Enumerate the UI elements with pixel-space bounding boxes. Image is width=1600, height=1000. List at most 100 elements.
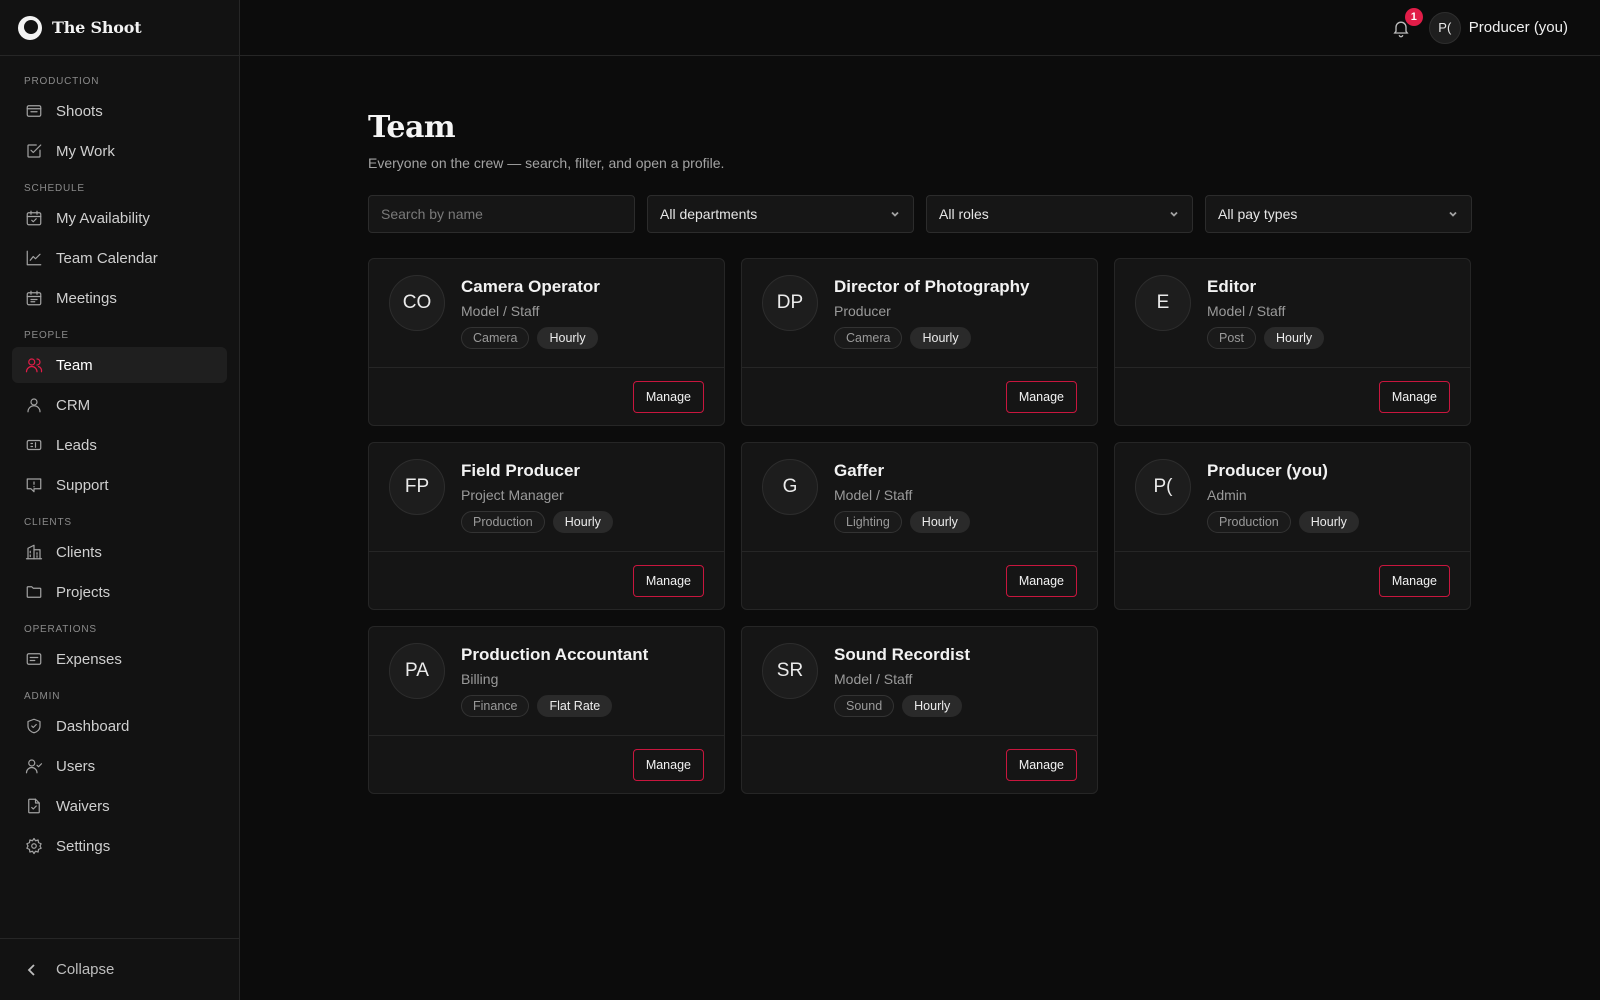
manage-button[interactable]: Manage <box>1005 749 1077 781</box>
member-name: Director of Photography <box>834 277 1030 296</box>
pay-type-tag: Hourly <box>537 327 598 349</box>
pay-type-tag: Hourly <box>1298 511 1359 533</box>
member-name: Producer (you) <box>1207 461 1328 480</box>
member-card[interactable]: CO Camera Operator Model / Staff Camera … <box>368 258 725 426</box>
sidebar-item-crm[interactable]: CRM <box>12 387 227 423</box>
member-card[interactable]: DP Director of Photography Producer Came… <box>741 258 1098 426</box>
page-title: Team <box>368 110 456 145</box>
member-name: Editor <box>1207 277 1257 296</box>
brand[interactable]: The Shoot <box>0 0 239 56</box>
avatar: FP <box>389 459 445 515</box>
app-name: The Shoot <box>52 18 142 37</box>
member-role: Model / Staff <box>834 671 913 687</box>
member-card[interactable]: PA Production Accountant Billing Finance… <box>368 626 725 794</box>
card-footer: Manage <box>1115 368 1470 425</box>
avatar: G <box>762 459 818 515</box>
topbar: 1 P( Producer (you) <box>240 0 1600 56</box>
sidebar-item-my-work[interactable]: My Work <box>12 133 227 169</box>
card-info: Editor Model / Staff Post Hourly <box>1207 275 1325 367</box>
sidebar-item-label: Support <box>56 476 109 494</box>
card-footer: Manage <box>742 736 1097 793</box>
building-icon <box>24 542 44 562</box>
manage-button[interactable]: Manage <box>1378 565 1450 597</box>
member-role: Model / Staff <box>461 303 540 319</box>
calendar-icon <box>24 288 44 308</box>
inbox-icon <box>24 101 44 121</box>
manage-button[interactable]: Manage <box>632 565 704 597</box>
manage-button[interactable]: Manage <box>1378 381 1450 413</box>
department-tag: Production <box>461 511 545 533</box>
sidebar-item-label: Leads <box>56 436 97 454</box>
card-header: E Editor Model / Staff Post Hourly <box>1115 259 1470 368</box>
role-select[interactable]: All roles <box>926 195 1193 233</box>
user-menu[interactable]: P( Producer (you) <box>1428 11 1568 44</box>
member-role: Admin <box>1207 487 1247 503</box>
tag-list: Production Hourly <box>461 511 613 533</box>
sidebar-item-expenses[interactable]: Expenses <box>12 641 227 677</box>
member-card[interactable]: P( Producer (you) Admin Production Hourl… <box>1114 442 1471 610</box>
pay-type-select[interactable]: All pay types <box>1205 195 1472 233</box>
manage-button[interactable]: Manage <box>1005 565 1077 597</box>
team-grid: CO Camera Operator Model / Staff Camera … <box>368 258 1472 794</box>
shield-check-icon <box>24 716 44 736</box>
tag-list: Camera Hourly <box>834 327 1030 349</box>
sidebar-item-label: CRM <box>56 396 91 414</box>
department-tag: Production <box>1207 511 1291 533</box>
member-card[interactable]: E Editor Model / Staff Post Hourly Manag… <box>1114 258 1471 426</box>
card-header: DP Director of Photography Producer Came… <box>742 259 1097 368</box>
avatar: SR <box>762 643 818 699</box>
pay-type-tag: Hourly <box>552 511 613 533</box>
sidebar-item-shoots[interactable]: Shoots <box>12 93 227 129</box>
sidebar-item-leads[interactable]: Leads <box>12 427 227 463</box>
manage-button[interactable]: Manage <box>632 749 704 781</box>
card-info: Production Accountant Billing Finance Fl… <box>461 643 648 735</box>
sidebar-item-clients[interactable]: Clients <box>12 534 227 570</box>
sidebar-item-label: Waivers <box>56 797 110 815</box>
department-select[interactable]: All departments <box>647 195 914 233</box>
sidebar-item-team-calendar[interactable]: Team Calendar <box>12 240 227 276</box>
member-card[interactable]: SR Sound Recordist Model / Staff Sound H… <box>741 626 1098 794</box>
card-info: Gaffer Model / Staff Lighting Hourly <box>834 459 970 551</box>
sidebar-item-dashboard[interactable]: Dashboard <box>12 708 227 744</box>
sidebar-item-settings[interactable]: Settings <box>12 828 227 864</box>
member-card[interactable]: FP Field Producer Project Manager Produc… <box>368 442 725 610</box>
search-input[interactable] <box>381 206 622 222</box>
sidebar-item-label: Meetings <box>56 289 117 307</box>
sidebar-item-team[interactable]: Team <box>12 347 227 383</box>
nav-section-label: CLIENTS <box>24 517 72 528</box>
card-header: P( Producer (you) Admin Production Hourl… <box>1115 443 1470 552</box>
nav-section-label: OPERATIONS <box>24 624 97 635</box>
manage-button[interactable]: Manage <box>1005 381 1077 413</box>
line-chart-icon <box>24 248 44 268</box>
nav-section: CLIENTS Clients Projects <box>12 507 227 610</box>
sidebar-item-label: Users <box>56 757 96 775</box>
gear-icon <box>24 836 44 856</box>
sidebar-item-label: Shoots <box>56 102 103 120</box>
collapse-button[interactable]: Collapse <box>0 938 239 1000</box>
chevron-down-icon <box>1449 211 1457 217</box>
card-footer: Manage <box>742 552 1097 609</box>
receipt-icon <box>24 649 44 669</box>
chevron-down-icon <box>1170 211 1178 217</box>
avatar: E <box>1135 275 1191 331</box>
chevron-down-icon <box>891 211 899 217</box>
calendar-check-icon <box>24 208 44 228</box>
notifications-button[interactable]: 1 <box>1387 7 1423 42</box>
sidebar-item-projects[interactable]: Projects <box>12 574 227 610</box>
sidebar-item-meetings[interactable]: Meetings <box>12 280 227 316</box>
department-tag: Post <box>1207 327 1257 349</box>
logo-icon <box>18 15 42 40</box>
sidebar-item-users[interactable]: Users <box>12 748 227 784</box>
card-header: PA Production Accountant Billing Finance… <box>369 627 724 736</box>
nav-section: PRODUCTION Shoots My Work <box>12 66 227 169</box>
card-footer: Manage <box>369 552 724 609</box>
sidebar-item-my-availability[interactable]: My Availability <box>12 200 227 236</box>
manage-button[interactable]: Manage <box>632 381 704 413</box>
sidebar-item-waivers[interactable]: Waivers <box>12 788 227 824</box>
sidebar-item-support[interactable]: Support <box>12 467 227 503</box>
member-name: Gaffer <box>834 461 885 480</box>
sidebar-item-label: My Work <box>56 142 115 160</box>
member-card[interactable]: G Gaffer Model / Staff Lighting Hourly M… <box>741 442 1098 610</box>
avatar: DP <box>762 275 818 331</box>
user-name: Producer (you) <box>1468 19 1568 36</box>
